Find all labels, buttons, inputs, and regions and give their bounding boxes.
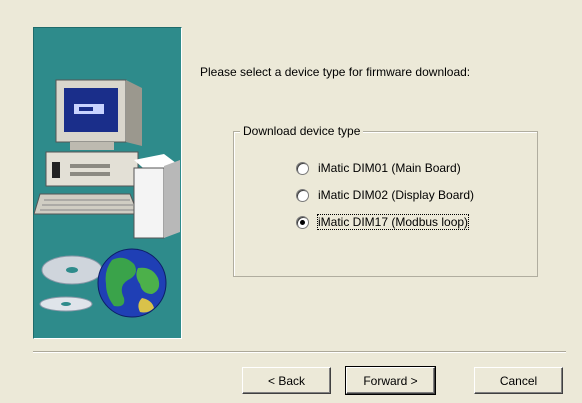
wizard-side-image	[33, 27, 182, 339]
back-button[interactable]: < Back	[242, 367, 331, 394]
cancel-button[interactable]: Cancel	[474, 367, 563, 394]
option-label: iMatic DIM02 (Display Board)	[318, 188, 475, 202]
option-label: iMatic DIM17 (Modbus loop)	[316, 214, 470, 230]
globe-icon	[97, 248, 167, 318]
prompt-text: Please select a device type for firmware…	[200, 65, 471, 79]
download-device-type-group	[233, 131, 538, 277]
radio-button-selected[interactable]	[296, 215, 309, 229]
option-dim02[interactable]: iMatic DIM02 (Display Board)	[296, 187, 474, 203]
forward-button-label: Forward >	[363, 373, 418, 388]
back-button-label: < Back	[267, 373, 306, 388]
option-dim17[interactable]: iMatic DIM17 (Modbus loop)	[296, 214, 470, 230]
option-label: iMatic DIM01 (Main Board)	[318, 161, 461, 175]
radio-button[interactable]	[296, 188, 309, 202]
group-title: Download device type	[240, 124, 364, 138]
cancel-button-label: Cancel	[499, 373, 538, 388]
footer-divider	[33, 351, 566, 353]
radio-button[interactable]	[296, 161, 309, 175]
computer-icon	[34, 79, 180, 239]
forward-button[interactable]: Forward >	[345, 366, 436, 395]
option-dim01[interactable]: iMatic DIM01 (Main Board)	[296, 160, 461, 176]
cd-disc-icon	[39, 255, 103, 312]
